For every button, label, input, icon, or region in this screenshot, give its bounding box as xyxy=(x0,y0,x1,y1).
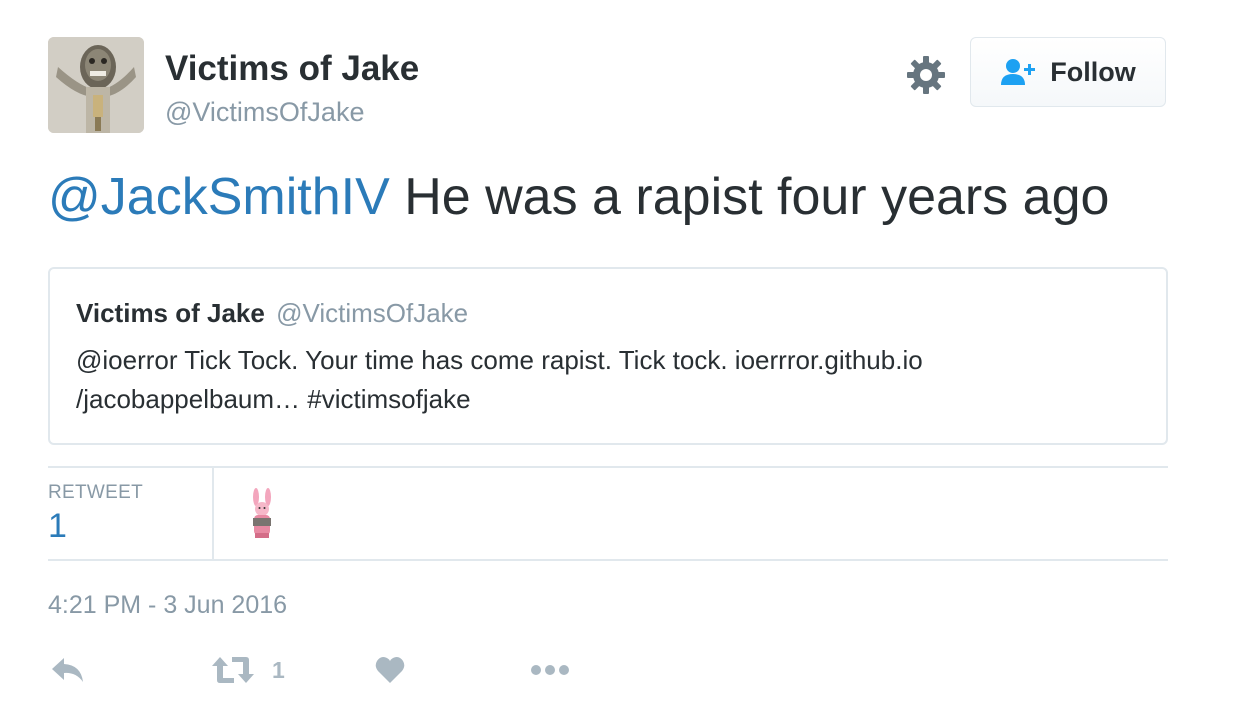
tweet-timestamp[interactable]: 4:21 PM - 3 Jun 2016 xyxy=(48,591,287,620)
more-dots-icon xyxy=(530,663,570,677)
quoted-text-line-1: @ioerror Tick Tock. Your time has come r… xyxy=(76,345,923,375)
reply-button[interactable] xyxy=(50,650,86,690)
quoted-tweet[interactable]: Victims of Jake @VictimsOfJake @ioerror … xyxy=(48,267,1168,445)
retweet-action-count: 1 xyxy=(272,656,285,683)
quoted-display-name: Victims of Jake xyxy=(76,298,265,328)
follow-button-label: Follow xyxy=(1050,56,1136,87)
retweet-stat-label[interactable]: RETWEET xyxy=(48,482,143,504)
author-screen-name[interactable]: @VictimsOfJake xyxy=(165,96,364,128)
stats-vertical-divider xyxy=(212,468,214,560)
quoted-tweet-header: Victims of Jake @VictimsOfJake xyxy=(76,297,1140,329)
tweet-text: @JackSmithIV He was a rapist four years … xyxy=(48,167,1188,227)
follow-button[interactable]: Follow xyxy=(970,37,1166,107)
reply-icon xyxy=(50,655,86,685)
quoted-text-line-2: /jacobappelbaum… #victimsofjake xyxy=(76,384,471,414)
retweet-button[interactable]: 1 xyxy=(212,650,285,690)
author-avatar[interactable] xyxy=(48,37,144,133)
avatar-image xyxy=(48,37,144,133)
author-display-name[interactable]: Victims of Jake xyxy=(165,49,419,89)
retweet-stat-count[interactable]: 1 xyxy=(48,507,67,546)
tweet-mention-link[interactable]: @JackSmithIV xyxy=(48,168,390,226)
follow-user-icon xyxy=(1000,57,1038,87)
stats-bottom-divider xyxy=(48,559,1168,561)
heart-icon xyxy=(374,655,406,685)
quoted-tweet-text: @ioerror Tick Tock. Your time has come r… xyxy=(76,341,1140,419)
stats-top-divider xyxy=(48,466,1168,468)
retweeter-avatar[interactable] xyxy=(242,487,282,541)
tweet-body: He was a rapist four years ago xyxy=(389,168,1110,226)
retweet-icon xyxy=(212,655,254,685)
quoted-screen-name: @VictimsOfJake xyxy=(276,298,469,328)
gear-icon[interactable] xyxy=(905,54,947,96)
more-button[interactable] xyxy=(530,650,570,690)
like-button[interactable] xyxy=(374,650,406,690)
